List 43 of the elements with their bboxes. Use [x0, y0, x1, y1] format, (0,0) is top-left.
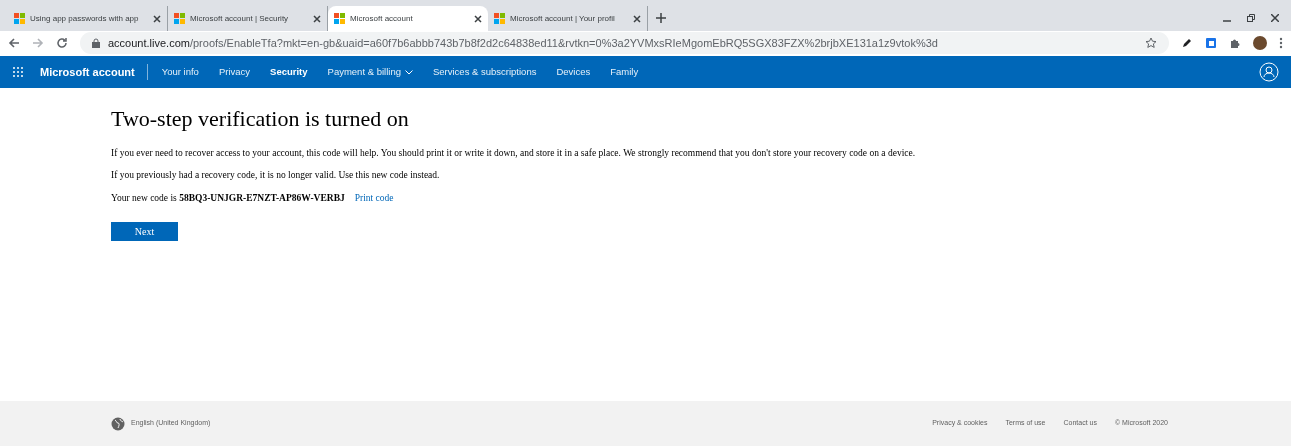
- body-paragraph: If you ever need to recover access to your account, this code will help. You should print it or write it down, and store it in a safe place. We strongly recommend that you don't store your recovery code on a device.: [111, 147, 917, 159]
- account-icon[interactable]: [1259, 62, 1279, 82]
- recovery-code-text: Your new code is 58BQ3-UNJGR-E7NZT-AP86W-VERBJ: [111, 192, 345, 205]
- nav-link[interactable]: Privacy: [208, 64, 261, 80]
- profile-avatar-icon[interactable]: [1253, 36, 1267, 50]
- app-launcher-icon[interactable]: [12, 66, 24, 78]
- browser-tab[interactable]: Microsoft account: [328, 6, 488, 31]
- nav-link[interactable]: Security: [260, 64, 318, 80]
- extension-icon[interactable]: [1205, 37, 1217, 49]
- puzzle-icon[interactable]: [1229, 37, 1241, 49]
- star-icon[interactable]: [1145, 37, 1157, 49]
- close-icon[interactable]: [633, 14, 641, 23]
- close-icon[interactable]: [1271, 14, 1279, 22]
- windows-logo-icon: [334, 13, 345, 24]
- tab-title: Microsoft account: [350, 12, 414, 25]
- close-icon[interactable]: [153, 14, 161, 23]
- next-button[interactable]: Next: [111, 222, 178, 242]
- restore-icon[interactable]: [1247, 14, 1255, 22]
- back-icon[interactable]: [8, 37, 20, 49]
- tab-title: Microsoft account | Your profil: [510, 12, 616, 25]
- nav-link[interactable]: Devices: [546, 64, 601, 80]
- windows-logo-icon: [494, 13, 505, 24]
- nav-link[interactable]: Payment & billing: [317, 64, 423, 80]
- new-tab-icon[interactable]: [656, 13, 666, 23]
- close-icon[interactable]: [313, 14, 321, 23]
- pen-icon[interactable]: [1181, 37, 1193, 49]
- body-paragraph: If you previously had a recovery code, it is no longer valid. Use this new code instead.: [111, 169, 441, 181]
- tab-title: Microsoft account | Security: [190, 12, 290, 25]
- brand-link[interactable]: Microsoft account: [40, 63, 148, 81]
- url-text: account.live.com/proofs/EnableTfa?mkt=en-gb&uaid=a60f7b6abbb743b7b8f2d2c64838ed11&rvtkn=0%3a2YVMxsRIeMgomEbRQ5SGX83FZX%2brjbXE131a1z9vtok%3d: [108, 35, 939, 51]
- print-code-link[interactable]: Print code: [354, 191, 394, 206]
- lock-icon: [92, 38, 100, 48]
- windows-logo-icon: [174, 13, 185, 24]
- windows-logo-icon: [14, 13, 25, 24]
- more-icon[interactable]: [1279, 37, 1283, 49]
- nav-link[interactable]: Services & subscriptions: [422, 64, 547, 80]
- address-bar[interactable]: account.live.com/proofs/EnableTfa?mkt=en-gb&uaid=a60f7b6abbb743b7b8f2d2c64838ed11&rvtkn=0%3a2YVMxsRIeMgomEbRQ5SGX83FZX%2brjbXE131a1z9vtok%3d: [80, 32, 1169, 54]
- close-icon[interactable]: [474, 14, 482, 23]
- tab-title: Using app passwords with app: [30, 12, 140, 25]
- nav-link[interactable]: Your info: [151, 64, 209, 80]
- reload-icon[interactable]: [56, 37, 68, 49]
- nav-link[interactable]: Family: [600, 64, 649, 80]
- page-heading: Two-step verification is turned on: [111, 105, 410, 133]
